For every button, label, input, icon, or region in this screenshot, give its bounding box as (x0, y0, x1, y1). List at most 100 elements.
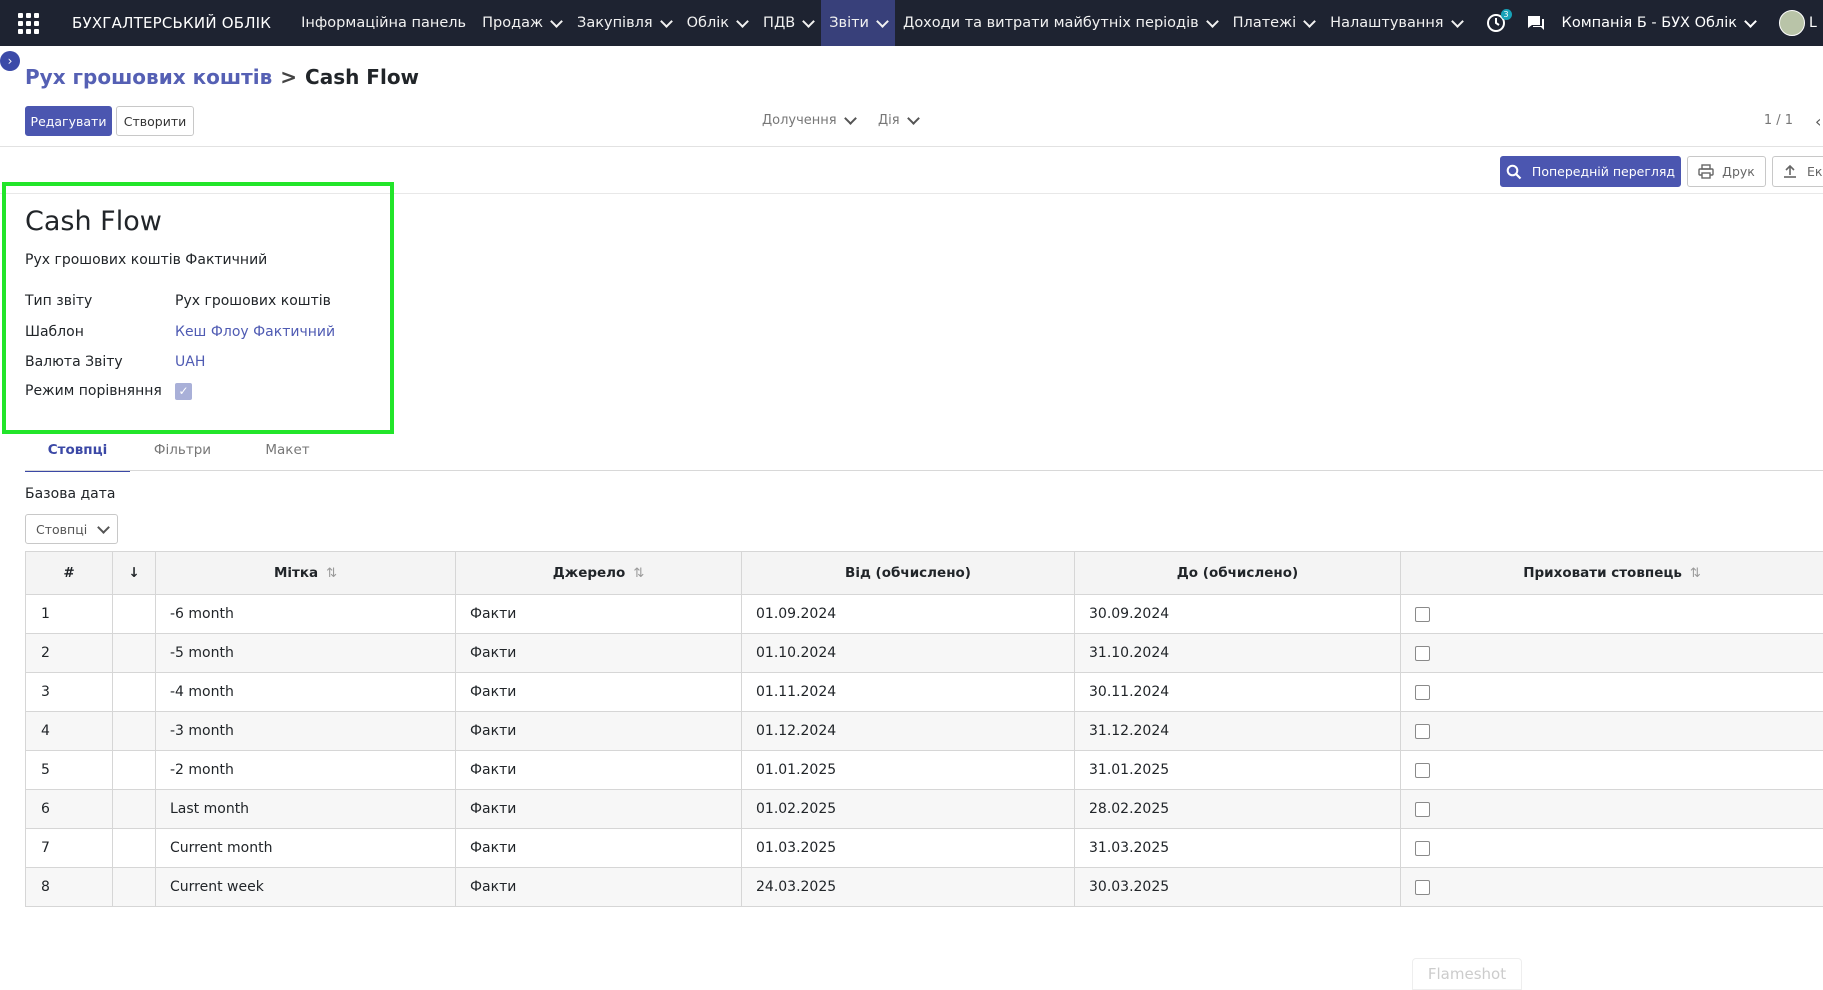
row-source[interactable]: Факти (456, 790, 742, 829)
action-dropdown[interactable]: Дія (878, 113, 918, 128)
row-from[interactable]: 01.01.2025 (742, 751, 1075, 790)
tab-layout[interactable]: Макет (235, 438, 340, 472)
create-button[interactable]: Створити (116, 106, 194, 136)
row-to[interactable]: 31.12.2024 (1075, 712, 1401, 751)
row-to[interactable]: 31.10.2024 (1075, 634, 1401, 673)
row-label[interactable]: Current month (156, 829, 456, 868)
pager-value[interactable]: 1 / 1 (1764, 113, 1793, 128)
row-label[interactable]: Last month (156, 790, 456, 829)
row-source[interactable]: Факти (456, 868, 742, 907)
columns-dropdown[interactable]: Стовпці (25, 514, 118, 544)
row-to[interactable]: 31.03.2025 (1075, 829, 1401, 868)
row-from[interactable]: 01.12.2024 (742, 712, 1075, 751)
row-handle[interactable] (113, 751, 156, 790)
menu-item-reports[interactable]: Звіти (821, 0, 895, 46)
row-label[interactable]: -5 month (156, 634, 456, 673)
tab-filters[interactable]: Фільтри (130, 438, 235, 472)
table-row[interactable]: 3 -4 month Факти 01.11.2024 30.11.2024 (26, 673, 1823, 712)
breadcrumb-parent[interactable]: Рух грошових коштів (25, 65, 272, 89)
row-label[interactable]: -2 month (156, 751, 456, 790)
tab-columns[interactable]: Стовпці (25, 438, 130, 472)
column-header-label[interactable]: Мітка⇅ (156, 552, 456, 595)
row-handle[interactable] (113, 634, 156, 673)
hide-column-checkbox[interactable] (1415, 646, 1430, 661)
row-source[interactable]: Факти (456, 634, 742, 673)
edit-button[interactable]: Редагувати (25, 106, 112, 136)
menu-item-dashboard[interactable]: Інформаційна панель (293, 0, 474, 46)
row-to[interactable]: 30.11.2024 (1075, 673, 1401, 712)
column-header-source[interactable]: Джерело⇅ (456, 552, 742, 595)
row-from[interactable]: 01.09.2024 (742, 595, 1075, 634)
table-row[interactable]: 8 Current week Факти 24.03.2025 30.03.20… (26, 868, 1823, 907)
row-source[interactable]: Факти (456, 595, 742, 634)
row-from[interactable]: 24.03.2025 (742, 868, 1075, 907)
row-to[interactable]: 30.03.2025 (1075, 868, 1401, 907)
row-handle[interactable] (113, 673, 156, 712)
hide-column-checkbox[interactable] (1415, 763, 1430, 778)
row-handle[interactable] (113, 712, 156, 751)
menu-item-vat[interactable]: ПДВ (755, 0, 821, 46)
hide-column-checkbox[interactable] (1415, 841, 1430, 856)
hide-column-checkbox[interactable] (1415, 724, 1430, 739)
menu-item-settings[interactable]: Налаштування (1322, 0, 1469, 46)
column-header-to[interactable]: До (обчислено) (1075, 552, 1401, 595)
column-header-number[interactable]: # (26, 552, 113, 595)
hide-column-checkbox[interactable] (1415, 880, 1430, 895)
table-row[interactable]: 7 Current month Факти 01.03.2025 31.03.2… (26, 829, 1823, 868)
print-button[interactable]: Друк (1687, 156, 1766, 187)
row-handle[interactable] (113, 790, 156, 829)
report-subtitle: Рух грошових коштів Фактичний (25, 252, 267, 268)
row-handle[interactable] (113, 829, 156, 868)
column-header-hide[interactable]: Приховати стовпець⇅ (1401, 552, 1823, 595)
user-name[interactable]: L (1809, 15, 1823, 31)
hide-column-checkbox[interactable] (1415, 802, 1430, 817)
row-source[interactable]: Факти (456, 829, 742, 868)
app-brand[interactable]: БУХГАЛТЕРСЬКИЙ ОБЛІК (72, 14, 271, 32)
row-to[interactable]: 30.09.2024 (1075, 595, 1401, 634)
hide-column-checkbox[interactable] (1415, 607, 1430, 622)
column-header-sequence[interactable]: ↓ (113, 552, 156, 595)
row-source[interactable]: Факти (456, 673, 742, 712)
table-row[interactable]: 2 -5 month Факти 01.10.2024 31.10.2024 (26, 634, 1823, 673)
chevron-right-icon[interactable]: › (0, 51, 20, 71)
row-source[interactable]: Факти (456, 712, 742, 751)
menu-item-deferred[interactable]: Доходи та витрати майбутніх періодів (895, 0, 1225, 46)
row-from[interactable]: 01.10.2024 (742, 634, 1075, 673)
chevron-down-icon (876, 15, 889, 28)
row-from[interactable]: 01.11.2024 (742, 673, 1075, 712)
menu-item-sales[interactable]: Продаж (474, 0, 569, 46)
attachments-dropdown[interactable]: Долучення (762, 113, 855, 128)
export-button[interactable]: Ек (1772, 156, 1823, 187)
preview-button[interactable]: Попередній перегляд (1500, 156, 1681, 187)
company-switcher[interactable]: Компанія Б - БУХ Облік (1562, 15, 1755, 31)
row-from[interactable]: 01.02.2025 (742, 790, 1075, 829)
column-header-from[interactable]: Від (обчислено) (742, 552, 1075, 595)
breadcrumb-separator: > (280, 65, 297, 89)
row-from[interactable]: 01.03.2025 (742, 829, 1075, 868)
menu-item-purchases[interactable]: Закупівля (569, 0, 679, 46)
row-label[interactable]: -4 month (156, 673, 456, 712)
user-avatar[interactable] (1779, 10, 1805, 36)
template-link[interactable]: Кеш Флоу Фактичний (175, 324, 335, 340)
row-handle[interactable] (113, 868, 156, 907)
row-to[interactable]: 31.01.2025 (1075, 751, 1401, 790)
pager-previous-icon[interactable]: ‹ (1815, 112, 1823, 126)
hide-column-checkbox[interactable] (1415, 685, 1430, 700)
comparison-mode-checkbox[interactable]: ✓ (175, 383, 192, 400)
row-label[interactable]: Current week (156, 868, 456, 907)
row-label[interactable]: -3 month (156, 712, 456, 751)
activity-clock-icon[interactable]: 3 (1485, 12, 1507, 34)
row-source[interactable]: Факти (456, 751, 742, 790)
table-row[interactable]: 5 -2 month Факти 01.01.2025 31.01.2025 (26, 751, 1823, 790)
menu-item-payments[interactable]: Платежі (1225, 0, 1323, 46)
table-row[interactable]: 6 Last month Факти 01.02.2025 28.02.2025 (26, 790, 1823, 829)
row-handle[interactable] (113, 595, 156, 634)
table-row[interactable]: 1 -6 month Факти 01.09.2024 30.09.2024 (26, 595, 1823, 634)
menu-item-accounting[interactable]: Облік (679, 0, 755, 46)
table-row[interactable]: 4 -3 month Факти 01.12.2024 31.12.2024 (26, 712, 1823, 751)
row-to[interactable]: 28.02.2025 (1075, 790, 1401, 829)
chat-icon[interactable] (1525, 12, 1547, 34)
apps-menu-icon[interactable] (16, 11, 40, 35)
currency-link[interactable]: UAH (175, 354, 205, 370)
row-label[interactable]: -6 month (156, 595, 456, 634)
